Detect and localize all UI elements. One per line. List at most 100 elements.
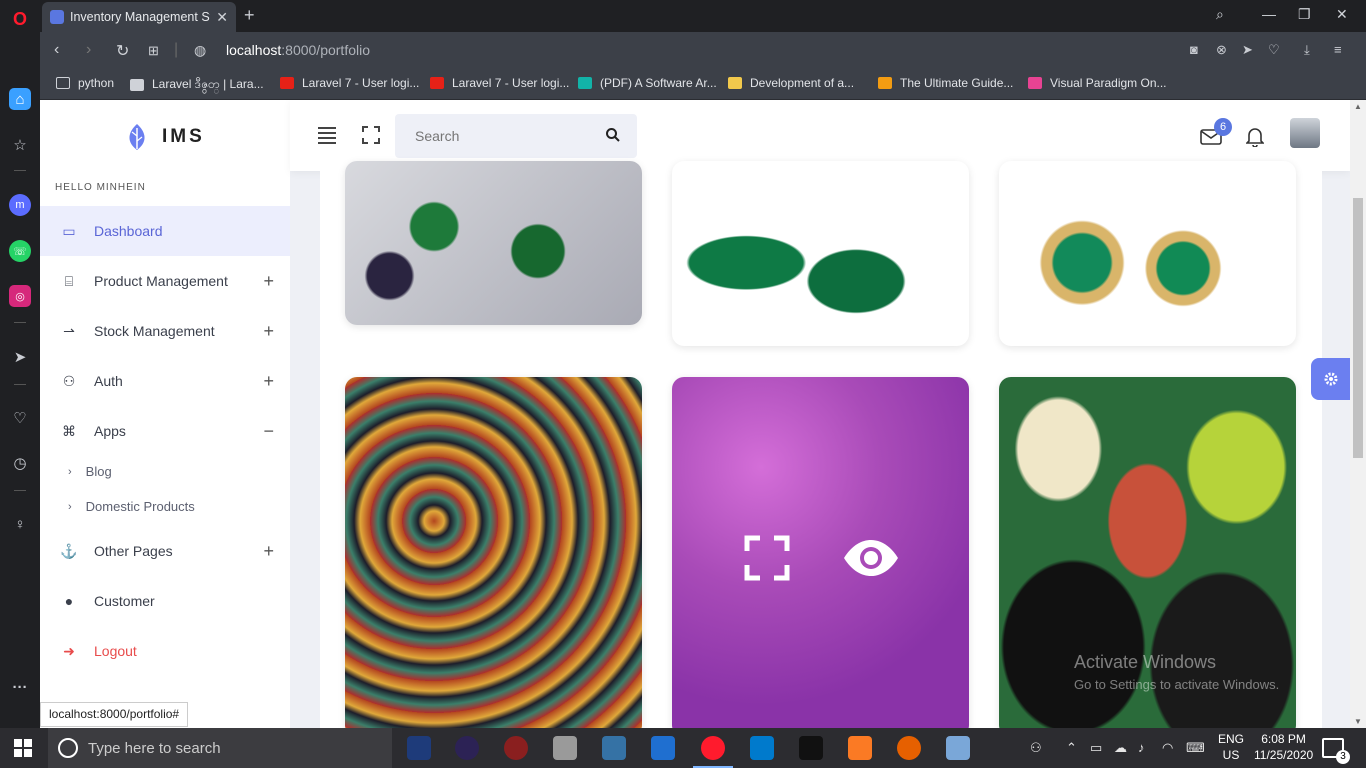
lightbulb-icon[interactable]: ♀ (9, 513, 31, 535)
sidebar-item-label: Auth (94, 373, 123, 389)
bookmark-python[interactable]: python (56, 76, 114, 90)
expand-icon[interactable]: + (263, 321, 274, 342)
sidebar-subitem-domestic-products[interactable]: › Domestic Products (68, 499, 195, 514)
more-icon[interactable]: ··· (9, 676, 31, 698)
windows-start-icon[interactable] (14, 739, 32, 757)
bookmark-label: Visual Paradigm On... (1050, 76, 1167, 90)
spider-app-icon[interactable] (504, 736, 528, 760)
heart-bookmark-icon[interactable]: ♡ (1268, 42, 1280, 58)
bookmark-development[interactable]: Development of a... (728, 76, 854, 90)
reload-icon[interactable]: ↻ (116, 41, 129, 61)
user-avatar[interactable] (1290, 118, 1320, 148)
history-icon[interactable]: ◷ (9, 452, 31, 474)
visual-studio-icon[interactable] (407, 736, 431, 760)
volume-icon[interactable]: ♪ (1138, 740, 1145, 755)
instagram-icon[interactable]: ◎ (9, 285, 31, 307)
new-tab-icon[interactable]: + (244, 5, 255, 26)
adblock-icon[interactable]: ⊗ (1216, 42, 1227, 58)
portfolio-item-lacquerware-hover[interactable] (672, 377, 969, 728)
sidebar-item-other-pages[interactable]: ⚓ Other Pages + (40, 526, 290, 576)
sidebar-item-product-management[interactable]: ⌸ Product Management + (40, 256, 290, 306)
expand-icon[interactable]: + (263, 371, 274, 392)
portfolio-item-emerald-earrings[interactable] (672, 161, 969, 346)
close-tab-icon[interactable]: ✕ (216, 9, 228, 26)
monitor-icon: ▭ (62, 222, 76, 239)
bookmark-laravel-mm[interactable]: Laravel ဒီဇွတ္ | Lara... (130, 76, 264, 94)
browser-tab[interactable]: Inventory Management Sys ✕ (42, 2, 236, 32)
taskbar-search[interactable]: Type here to search (48, 728, 422, 768)
portfolio-item-lacquer-vases[interactable] (999, 377, 1296, 728)
vscode-icon[interactable] (750, 736, 774, 760)
bookmark-laravel-login-1[interactable]: Laravel 7 - User logi... (280, 76, 419, 90)
search-tabs-icon[interactable]: ⌕ (1216, 6, 1224, 23)
bell-icon[interactable] (1246, 127, 1264, 147)
xampp-icon[interactable] (848, 736, 872, 760)
brand-logo[interactable]: IMS (122, 122, 205, 152)
system-clock[interactable]: 6:08 PM 11/25/2020 (1254, 731, 1313, 763)
expand-image-icon[interactable] (744, 535, 790, 581)
scroll-down-icon[interactable]: ▼ (1354, 717, 1362, 726)
expand-icon[interactable]: + (263, 541, 274, 562)
opera-logo-icon[interactable]: O (9, 8, 31, 30)
paint-icon[interactable] (946, 736, 970, 760)
sidebar-item-customer[interactable]: ● Customer (40, 576, 290, 626)
search-input[interactable] (395, 114, 585, 158)
messenger-icon[interactable]: m (9, 194, 31, 216)
firefox-icon[interactable] (897, 736, 921, 760)
sidebar-subitem-blog[interactable]: › Blog (68, 464, 112, 479)
portfolio-item-lacquerware-boxes[interactable] (345, 377, 642, 728)
download-icon[interactable]: ⤓ (1304, 42, 1310, 58)
sidebar-item-apps[interactable]: ⌘ Apps − (40, 406, 290, 456)
keyboard-icon[interactable]: ⌨ (1186, 740, 1205, 756)
portfolio-item-emerald-drop-earrings[interactable] (999, 161, 1296, 346)
bookmark-laravel-login-2[interactable]: Laravel 7 - User logi... (430, 76, 569, 90)
page-scrollbar[interactable]: ▲ ▼ (1350, 100, 1366, 728)
scrollbar-thumb[interactable] (1353, 198, 1363, 458)
battery-icon[interactable]: ▭ (1090, 740, 1102, 756)
whatsapp-icon[interactable]: ☏ (9, 240, 31, 262)
bookmark-ultimate-guide[interactable]: The Ultimate Guide... (878, 76, 1013, 90)
tray-chevron-up-icon[interactable]: ⌃ (1066, 740, 1077, 756)
sidebar-item-dashboard[interactable]: ▭ Dashboard (40, 206, 290, 256)
forward-icon[interactable]: › (86, 41, 91, 59)
snapshot-icon[interactable]: ◙ (1190, 42, 1198, 57)
portfolio-item-jewelry-set[interactable] (345, 161, 642, 325)
status-bar-url: localhost:8000/portfolio# (40, 702, 189, 727)
eclipse-icon[interactable] (455, 736, 479, 760)
close-window-icon[interactable]: ✕ (1336, 6, 1348, 23)
collapse-icon[interactable]: − (263, 421, 274, 442)
search-icon[interactable] (605, 127, 621, 143)
menu-icon[interactable]: ≡ (1334, 42, 1342, 57)
sidebar-item-stock-management[interactable]: ⇀ Stock Management + (40, 306, 290, 356)
python-icon[interactable] (602, 736, 626, 760)
settings-fab[interactable] (1311, 358, 1351, 400)
wifi-icon[interactable]: ◠ (1162, 740, 1173, 756)
eye-icon[interactable] (842, 539, 900, 577)
back-icon[interactable]: ‹ (54, 41, 59, 59)
minimize-icon[interactable]: — (1262, 6, 1276, 22)
fullscreen-icon[interactable] (362, 126, 380, 144)
bookmark-pdf-software[interactable]: (PDF) A Software Ar... (578, 76, 717, 90)
language-indicator[interactable]: ENG US (1218, 731, 1244, 763)
onedrive-icon[interactable]: ☁ (1114, 740, 1127, 756)
send-page-icon[interactable]: ➤ (1242, 42, 1253, 58)
bookmark-visual-paradigm[interactable]: Visual Paradigm On... (1028, 76, 1167, 90)
mysql-app-icon[interactable] (799, 736, 823, 760)
url-field[interactable]: localhost:8000/portfolio (226, 42, 370, 58)
expand-icon[interactable]: + (263, 271, 274, 292)
hamburger-menu-icon[interactable] (318, 127, 336, 144)
bookmark-star-icon[interactable]: ☆ (9, 134, 31, 156)
tabs-grid-icon[interactable]: ⊞ (148, 43, 159, 59)
database-icon[interactable] (553, 736, 577, 760)
opera-icon[interactable] (693, 736, 733, 768)
home-icon[interactable]: ⌂ (9, 88, 31, 110)
people-icon[interactable]: ⚇ (1030, 740, 1042, 756)
sidebar-item-logout[interactable]: ➜ Logout (40, 626, 290, 676)
sidebar-item-auth[interactable]: ⚇ Auth + (40, 356, 290, 406)
restore-icon[interactable]: ❐ (1298, 6, 1311, 23)
window-app-icon[interactable] (651, 736, 675, 760)
scroll-up-icon[interactable]: ▲ (1354, 102, 1362, 111)
action-center-icon[interactable]: 3 (1322, 738, 1350, 764)
send-icon[interactable]: ➤ (9, 346, 31, 368)
heart-icon[interactable]: ♡ (9, 407, 31, 429)
